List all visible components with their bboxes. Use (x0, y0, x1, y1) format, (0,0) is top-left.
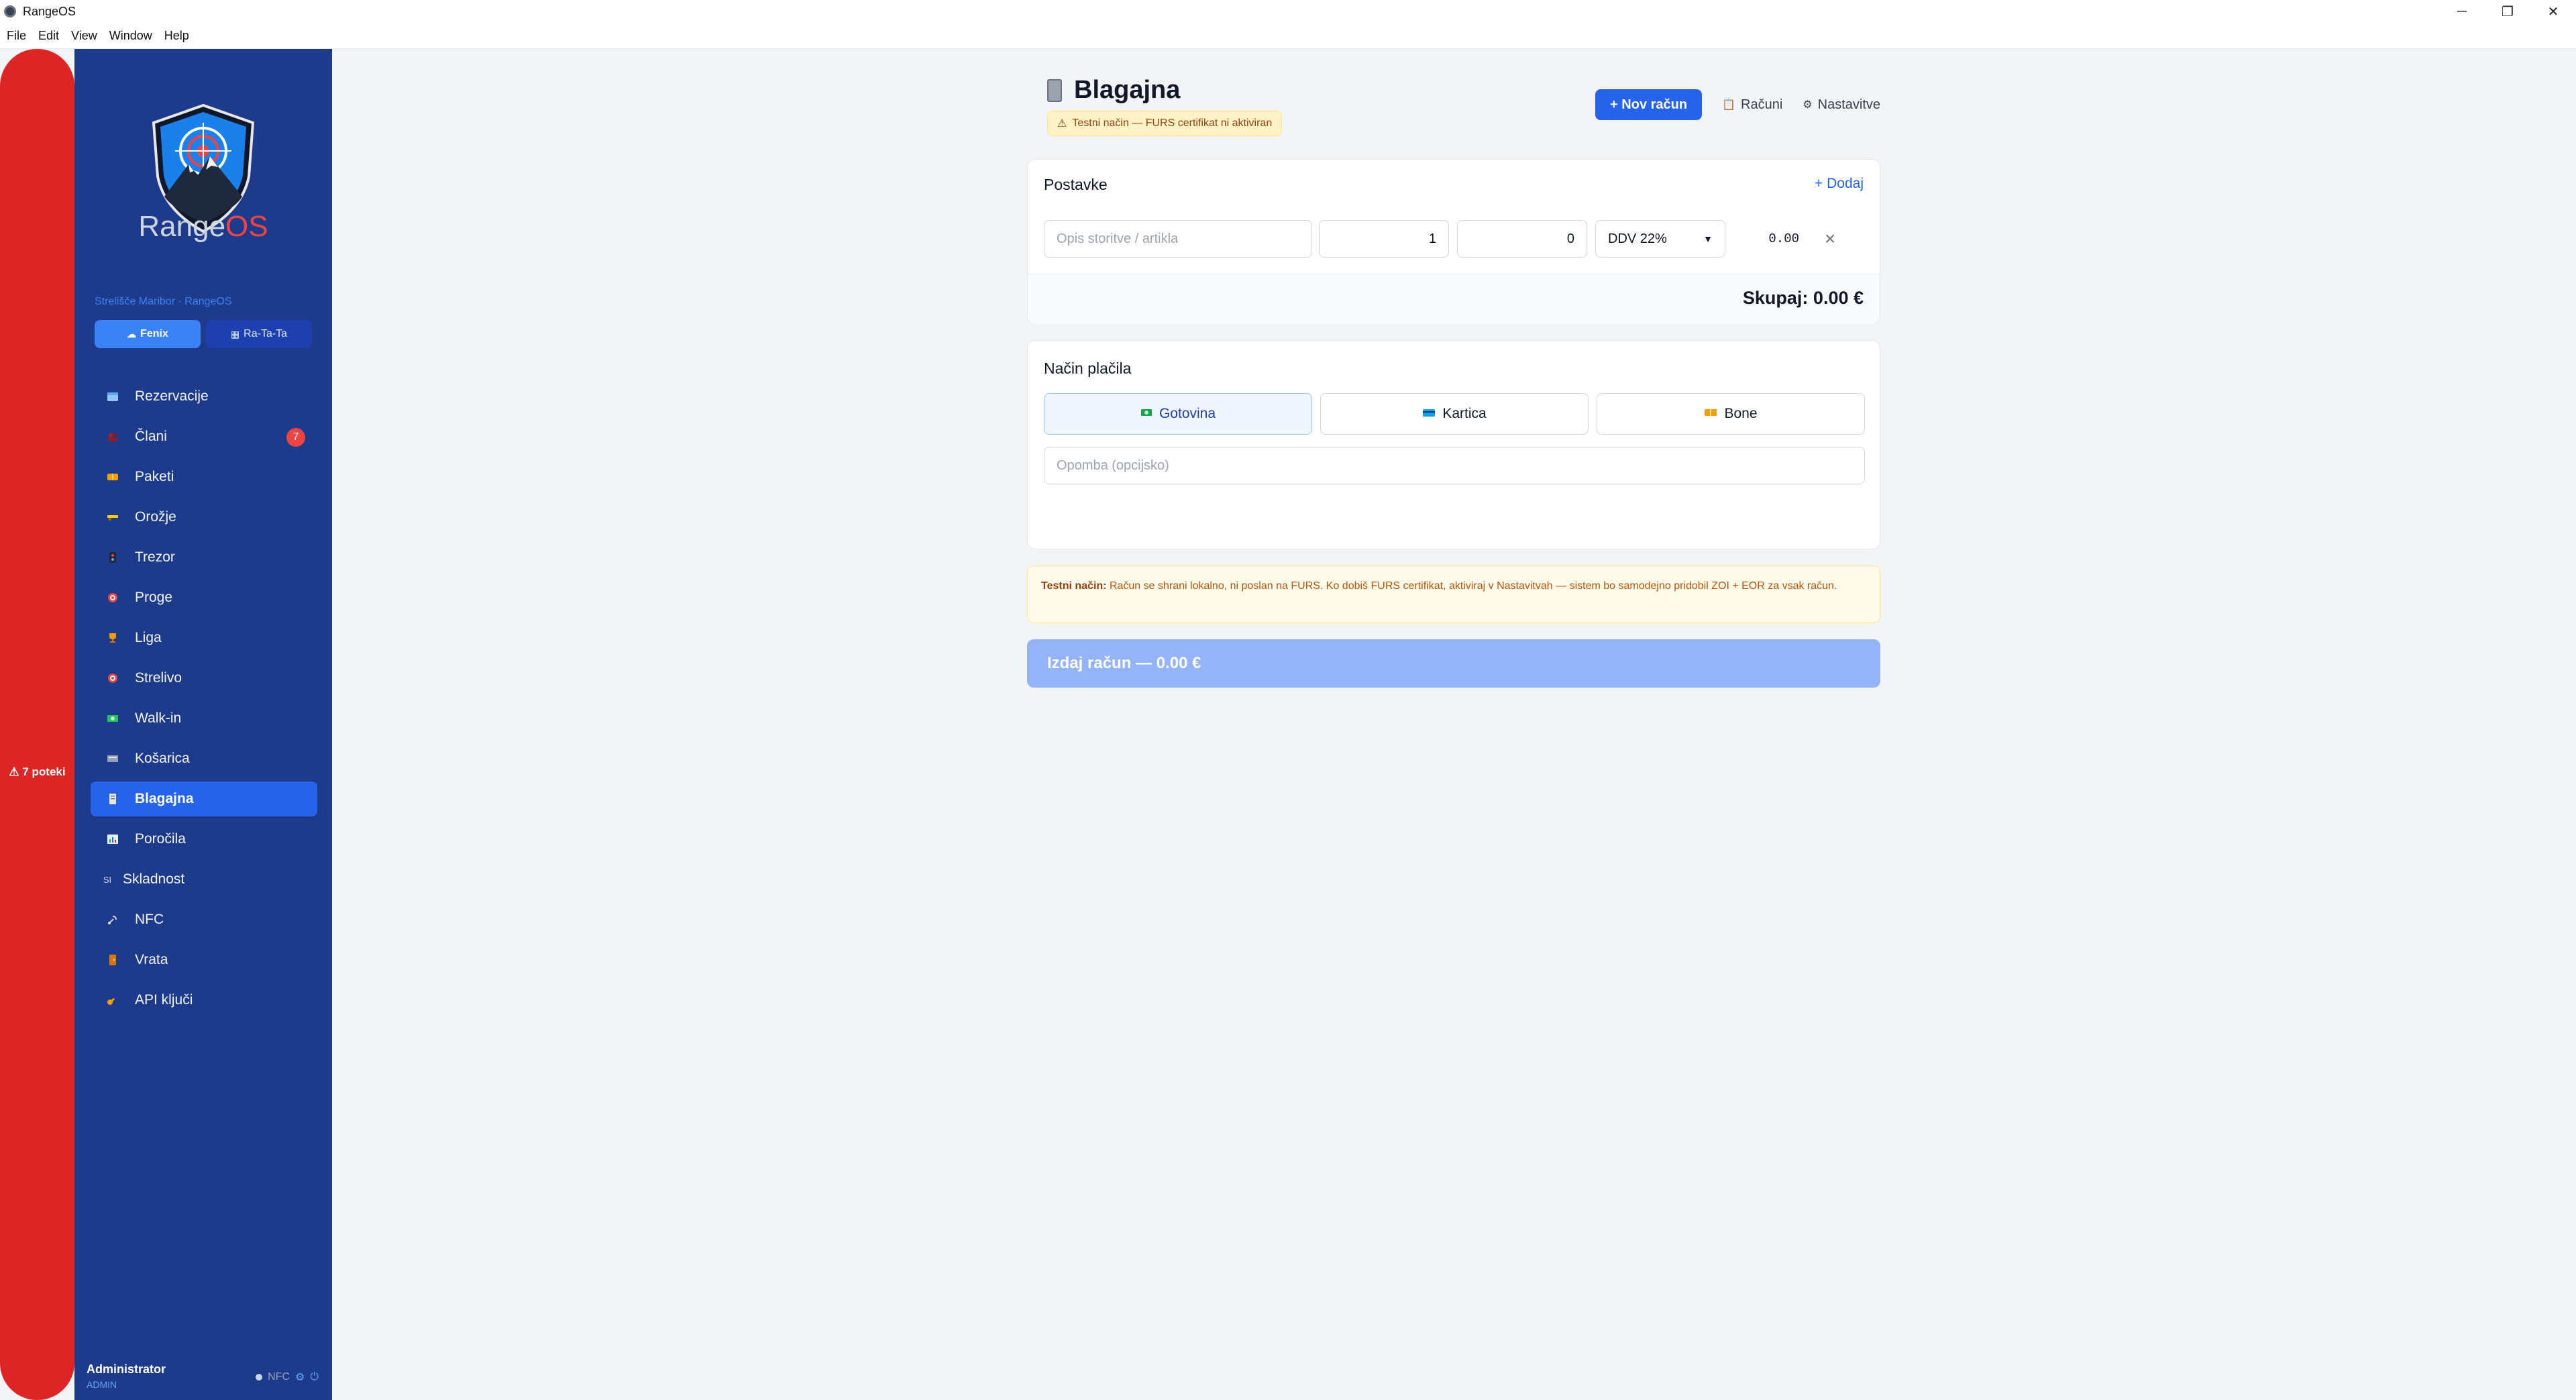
target-icon (105, 592, 120, 603)
nfc-status-dot (256, 1374, 263, 1381)
nfc-status-label: NFC (268, 1371, 290, 1383)
menu-help[interactable]: Help (164, 29, 189, 43)
range-ratata-button[interactable]: ▦ Ra-Ta-Ta (206, 320, 312, 348)
main-content: Blagajna ⚠ Testni način — FURS certifika… (332, 49, 2576, 1400)
receipt-icon (105, 794, 120, 804)
chevron-down-icon: ▼ (1703, 233, 1713, 244)
building-icon: ▦ (230, 328, 240, 339)
cloud-icon: ☁ (127, 328, 137, 339)
vat-select[interactable]: DDV 22% ▼ (1595, 220, 1725, 258)
item-price-input[interactable]: 0 (1457, 220, 1587, 258)
trophy-icon (105, 633, 120, 643)
expiry-alert-text: ⚠ 7 poteki (9, 765, 66, 778)
range-fenix-button[interactable]: ☁ Fenix (95, 320, 201, 348)
sidebar-item-porocila[interactable]: Poročila (91, 822, 317, 857)
members-badge: 7 (286, 428, 305, 447)
package-icon (105, 472, 120, 482)
test-mode-info: Testni način: Račun se shrani lokalno, n… (1027, 566, 1880, 623)
sidebar-item-rezervacije[interactable]: Rezervacije (91, 379, 317, 414)
menu-bar: File Edit View Window Help (0, 23, 2576, 49)
sidebar-item-api-kljuci[interactable]: API ključi (91, 983, 317, 1018)
sidebar-item-blagajna[interactable]: Blagajna (91, 782, 317, 816)
test-mode-badge: ⚠ Testni način — FURS certifikat ni akti… (1047, 111, 1283, 136)
issue-receipt-button[interactable]: Izdaj račun — 0.00 € (1027, 639, 1880, 688)
nfc-icon (105, 914, 120, 925)
payment-voucher-button[interactable]: Bone (1597, 393, 1865, 435)
vault-icon (105, 552, 120, 563)
sidebar-nav: Rezervacije Člani 7 Paketi Orožje Trezor… (91, 379, 317, 1023)
settings-link[interactable]: ⚙ Nastavitve (1803, 97, 1880, 113)
power-icon[interactable]: ⏻ (310, 1371, 319, 1383)
expiry-alert-rail[interactable]: ⚠ 7 poteki (0, 49, 74, 1400)
payment-cash-button[interactable]: Gotovina (1044, 393, 1312, 435)
items-card: Postavke + Dodaj Opis storitve / artikla… (1027, 159, 1880, 324)
compliance-icon: SI (103, 874, 112, 885)
warning-icon: ⚠ (1057, 118, 1067, 129)
sidebar-footer: Administrator ADMIN NFC ⚙ ⏻ (87, 1362, 321, 1390)
item-quantity-input[interactable]: 1 (1319, 220, 1449, 258)
line-total: 0.00 (1768, 231, 1799, 246)
footer-status: NFC ⚙ ⏻ (256, 1370, 319, 1384)
app-icon (4, 5, 16, 17)
cash-icon (105, 713, 120, 724)
sidebar-item-proge[interactable]: Proge (91, 580, 317, 615)
page-title: Blagajna (1047, 76, 1180, 105)
report-icon (105, 834, 120, 845)
sidebar-item-paketi[interactable]: Paketi (91, 460, 317, 494)
total-label: Skupaj: 0.00 € (1742, 288, 1864, 308)
sidebar-item-orozje[interactable]: Orožje (91, 500, 317, 535)
clipboard-icon: 📋 (1722, 99, 1736, 111)
menu-view[interactable]: View (71, 29, 97, 43)
restore-button[interactable]: ❐ (2485, 0, 2530, 23)
receipts-link[interactable]: 📋 Računi (1722, 97, 1782, 113)
header-actions: + Nov račun 📋 Računi ⚙ Nastavitve (1595, 89, 1880, 120)
payment-card-button[interactable]: Kartica (1320, 393, 1589, 435)
sidebar-item-nfc[interactable]: NFC (91, 902, 317, 937)
note-input[interactable]: Opomba (opcijsko) (1044, 447, 1865, 484)
window-title: RangeOS (23, 4, 76, 18)
weapon-icon (105, 512, 120, 523)
members-icon (105, 431, 120, 442)
items-footer: Skupaj: 0.00 € (1028, 274, 1880, 324)
minimize-button[interactable]: ─ (2439, 0, 2485, 23)
menu-file[interactable]: File (7, 29, 26, 43)
gear-icon: ⚙ (1803, 99, 1813, 111)
page-header: Blagajna ⚠ Testni način — FURS certifika… (1027, 76, 1880, 143)
remove-item-button[interactable]: × (1817, 220, 1843, 258)
add-item-button[interactable]: + Dodaj (1815, 176, 1864, 192)
sidebar-item-clani[interactable]: Člani 7 (91, 419, 317, 454)
sidebar-item-trezor[interactable]: Trezor (91, 540, 317, 575)
sidebar-item-vrata[interactable]: Vrata (91, 943, 317, 977)
sidebar-item-kosarica[interactable]: Košarica (91, 741, 317, 776)
sidebar-item-walk-in[interactable]: Walk-in (91, 701, 317, 736)
menu-window[interactable]: Window (109, 29, 152, 43)
receipt-icon (1047, 78, 1062, 102)
settings-icon[interactable]: ⚙ (295, 1370, 305, 1384)
door-icon (105, 955, 120, 965)
title-bar: RangeOS ─ ❐ ✕ (0, 0, 2576, 23)
key-icon (105, 995, 120, 1006)
org-name: Strelišče Maribor · RangeOS (95, 296, 232, 307)
close-icon: × (1824, 228, 1836, 249)
payment-title: Način plačila (1044, 360, 1132, 377)
card-icon (1422, 408, 1436, 421)
close-button[interactable]: ✕ (2530, 0, 2576, 23)
logo-wordmark: RangeOS (138, 210, 268, 243)
menu-edit[interactable]: Edit (38, 29, 59, 43)
cart-icon (105, 753, 120, 764)
items-title: Postavke (1044, 176, 1108, 193)
sidebar-item-skladnost[interactable]: SI Skladnost (91, 862, 317, 897)
sidebar-item-liga[interactable]: Liga (91, 621, 317, 655)
cash-icon (1140, 408, 1152, 421)
calendar-icon (105, 391, 120, 402)
item-description-input[interactable]: Opis storitve / artikla (1044, 220, 1312, 258)
voucher-icon (1704, 408, 1717, 421)
sidebar-item-strelivo[interactable]: Strelivo (91, 661, 317, 696)
window-controls: ─ ❐ ✕ (2439, 0, 2576, 23)
range-switch: ☁ Fenix ▦ Ra-Ta-Ta (95, 320, 312, 348)
ammo-icon (105, 673, 120, 684)
sidebar: RangeOS Strelišče Maribor · RangeOS ☁ Fe… (74, 49, 332, 1400)
payment-card: Način plačila Gotovina Kartica Bone Opom… (1027, 340, 1880, 549)
new-receipt-button[interactable]: + Nov račun (1595, 89, 1703, 120)
